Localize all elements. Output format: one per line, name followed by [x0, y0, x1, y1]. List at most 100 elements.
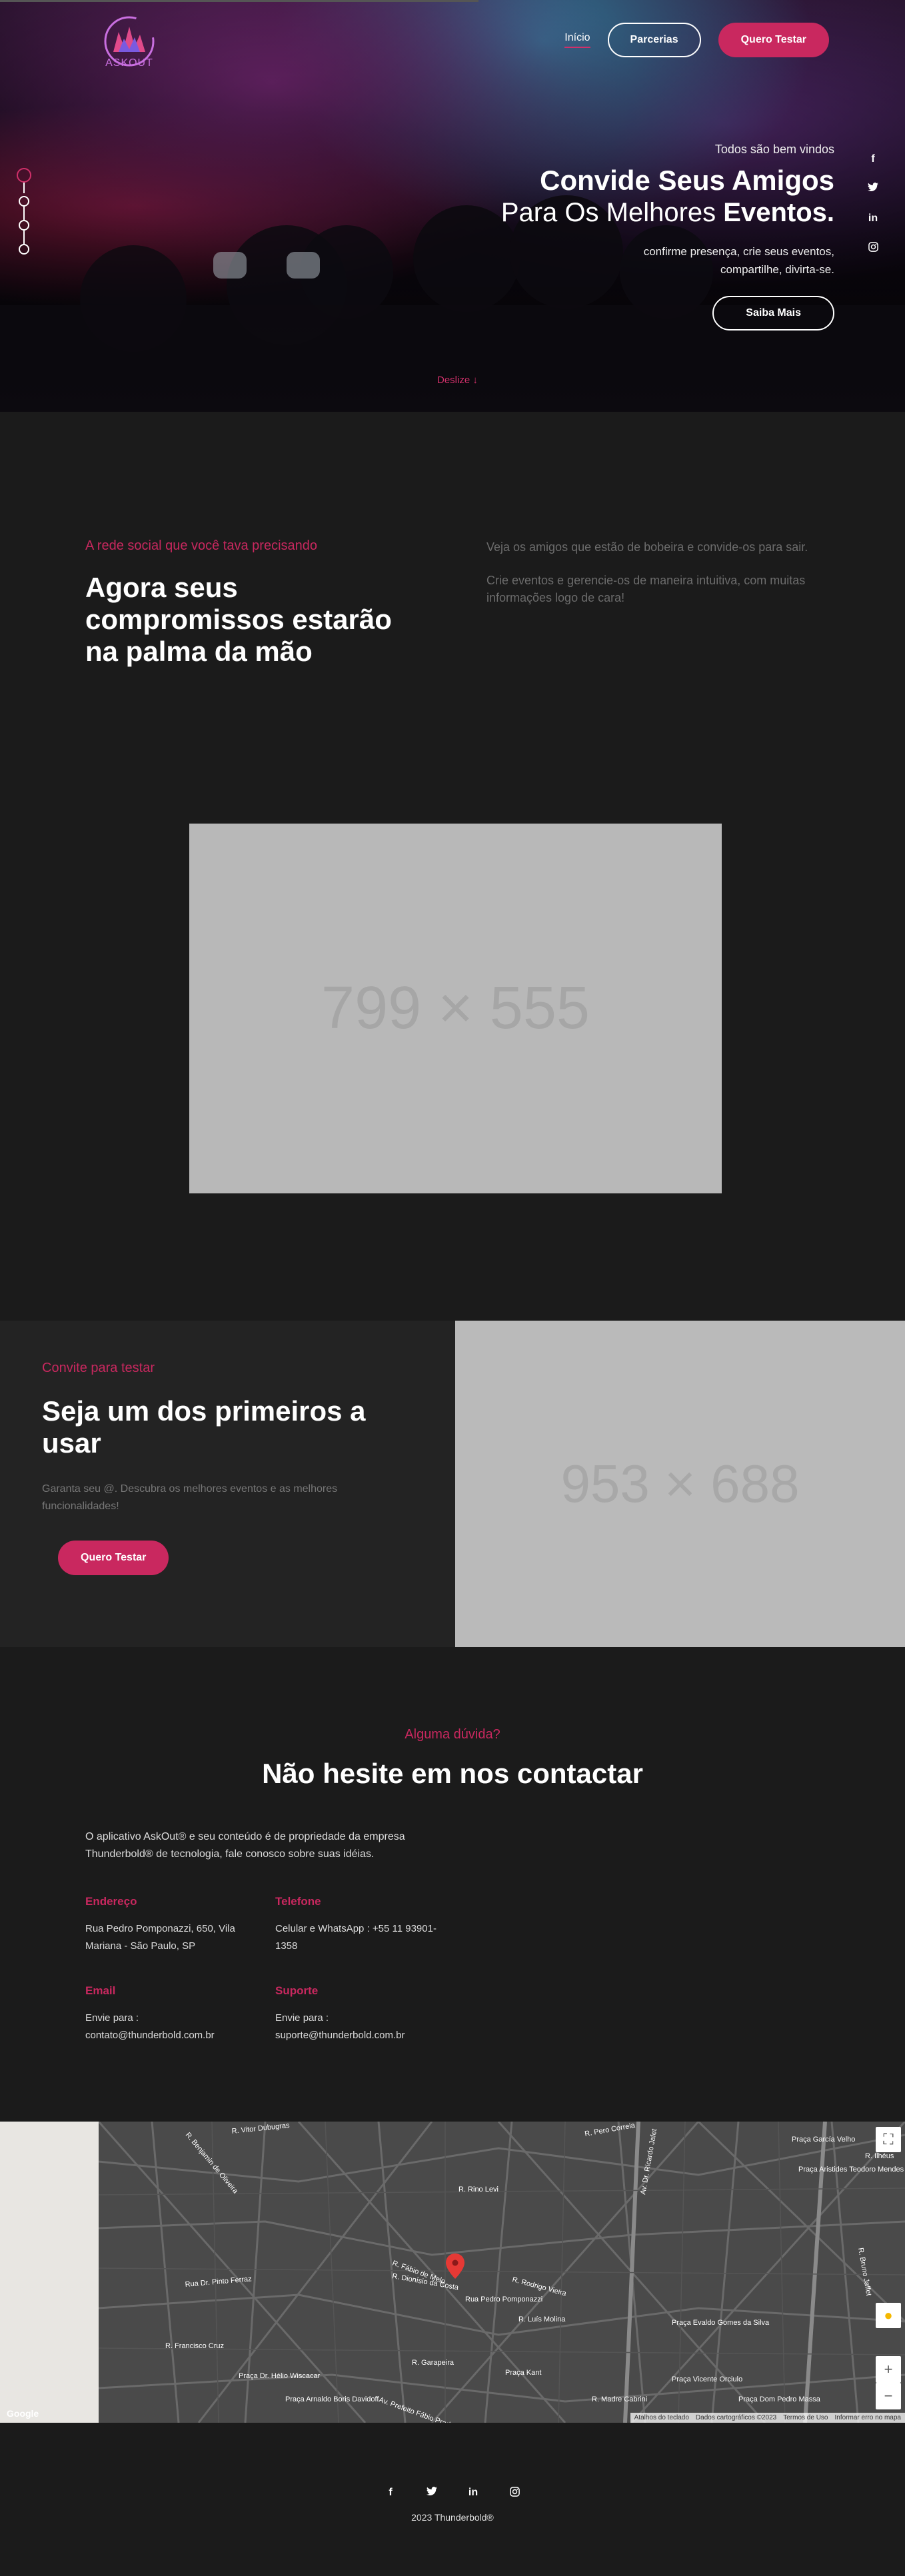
map-street-label: Av. Dr. Ricardo Jafet — [639, 2128, 658, 2195]
hero-title-line1: Convide Seus Amigos — [540, 165, 834, 196]
contact-kicker: Alguma dúvida? — [405, 1727, 500, 1742]
hero-welcome: Todos são bem vindos — [714, 143, 834, 156]
map-street-label: Praça Arnaldo Boris Davidoff — [285, 2395, 379, 2403]
map-street-label: Praça Vicente Orciulo — [672, 2375, 742, 2383]
map-street-label: R. Rino Levi — [458, 2186, 498, 2194]
partners-button[interactable]: Parcerias — [607, 23, 701, 57]
map-footer-shortcuts[interactable]: Atalhos do teclado — [634, 2414, 689, 2421]
facebook-icon[interactable]: f — [384, 2487, 397, 2500]
slide-dot-4[interactable] — [19, 244, 29, 255]
footer-social: f in — [0, 2487, 905, 2500]
map-footer-data: Dados cartográficos ©2023 — [695, 2414, 777, 2421]
invite-try-button[interactable]: Quero Testar — [58, 1541, 169, 1575]
support-label: Envie para : — [275, 2012, 329, 2024]
map-street-label: R. Benjamin de Oliveira — [184, 2131, 240, 2196]
map-street-label: Praça Dom Pedro Massa — [738, 2395, 821, 2403]
scroll-hint[interactable]: Deslize ↓ — [437, 374, 478, 386]
hero-subtitle: confirme presença, crie seus eventos, co… — [501, 243, 834, 279]
email-heading: Email — [85, 1984, 116, 1997]
map-canvas[interactable]: R. Vitor Dubugras R. Pero Correia Av. Dr. … — [97, 2122, 905, 2423]
slide-dot-3[interactable] — [19, 220, 29, 244]
app-screenshot-placeholder: 799 × 555 — [189, 824, 722, 1193]
map-footer-terms[interactable]: Termos de Uso — [783, 2414, 828, 2421]
support-text: Envie para : suporte@thunderbold.com.br — [275, 2010, 449, 2044]
hero-section: ASKOUT Início Parcerias Quero Testar Tod… — [0, 0, 905, 412]
fullscreen-icon[interactable]: ⛶ — [876, 2127, 901, 2152]
slide-dots — [17, 168, 31, 268]
address-text: Rua Pedro Pomponazzi, 650, Vila Mariana … — [85, 1923, 235, 1952]
contact-section: Alguma dúvida? Não hesite em nos contact… — [0, 1647, 905, 2122]
address-heading: Endereço — [85, 1895, 137, 1908]
invite-panel: Convite para testar Seja um dos primeiro… — [0, 1321, 455, 1647]
slide-dot-1[interactable] — [17, 168, 31, 193]
scroll-label: Deslize — [437, 374, 470, 386]
about-paragraph-1: Veja os amigos que estão de bobeira e co… — [486, 540, 808, 554]
slide-dot-2[interactable] — [19, 196, 29, 220]
invite-kicker: Convite para testar — [42, 1361, 155, 1375]
twitter-icon[interactable] — [866, 183, 880, 195]
map-street-label: Praça Evaldo Gomes da Silva — [672, 2319, 770, 2327]
map-street-label: Rua Dr. Pinto Ferraz — [185, 2275, 252, 2289]
instagram-icon[interactable] — [508, 2487, 521, 2500]
invite-text: Garanta seu @. Descubra os melhores even… — [42, 1483, 338, 1512]
map-street-label: Rua Pedro Pomponazzi — [465, 2295, 542, 2303]
map-street-label: Praça Kant — [505, 2369, 541, 2377]
address-block: Endereço Rua Pedro Pomponazzi, 650, Vila… — [85, 1895, 259, 1955]
email-block: Email Envie para : contato@thunderbold.c… — [85, 1984, 259, 2044]
invite-section: Convite para testar Seja um dos primeiro… — [0, 1321, 905, 1647]
google-logo: Google — [7, 2408, 39, 2419]
twitter-icon[interactable] — [425, 2487, 439, 2500]
phone-text[interactable]: Celular e WhatsApp : +55 11 93901-1358 — [275, 1920, 449, 1955]
email-text: Envie para : contato@thunderbold.com.br — [85, 2010, 259, 2044]
learn-more-button[interactable]: Saiba Mais — [712, 296, 834, 330]
logo-text: ASKOUT — [105, 57, 153, 69]
map-street-label: R. Luís Molina — [518, 2315, 566, 2323]
hero-title-light: Para Os Melhores — [500, 198, 716, 227]
about-paragraph-2: Crie eventos e gerencie-os de maneira in… — [486, 574, 806, 604]
map-street-label: R. Madre Cabrini — [592, 2395, 647, 2403]
hero-subtitle-1: confirme presença, crie seus eventos, — [643, 245, 834, 258]
map-street-label: R. Garapeira — [412, 2359, 454, 2367]
instagram-icon[interactable] — [866, 242, 880, 255]
invite-title: Seja um dos primeiros a usar — [42, 1395, 366, 1459]
loading-bar — [0, 0, 478, 2]
about-kicker: A rede social que você tava precisando — [85, 538, 317, 553]
map-street-label: R. Francisco Cruz — [165, 2342, 224, 2350]
location-pin-icon — [446, 2254, 464, 2279]
try-button[interactable]: Quero Testar — [718, 23, 829, 57]
map-street-label: Praça García Velho — [792, 2136, 855, 2144]
facebook-icon[interactable]: f — [866, 153, 880, 165]
map-street-label: Praça Aristides Teodoro Mendes — [798, 2166, 904, 2174]
map-street-label: Praça Dr. Hélio Wiscacar — [239, 2372, 321, 2380]
map-street-label: R. Pero Correia — [584, 2122, 636, 2138]
main-nav: Início Parcerias Quero Testar — [564, 23, 829, 57]
hero-title-bold: Eventos. — [723, 198, 834, 227]
map-street-label: R. Bruno Jaffet — [856, 2247, 873, 2296]
nav-home[interactable]: Início — [564, 32, 590, 48]
invite-image-placeholder: 953 × 688 — [455, 1321, 905, 1647]
about-title: Agora seus compromissos estarão na palma… — [85, 572, 392, 667]
map-section[interactable]: R. Vitor Dubugras R. Pero Correia Av. Dr. … — [0, 2122, 905, 2423]
support-link[interactable]: suporte@thunderbold.com.br — [275, 2027, 449, 2044]
support-block: Suporte Envie para : suporte@thunderbold… — [275, 1984, 449, 2044]
phone-block: Telefone Celular e WhatsApp : +55 11 939… — [275, 1895, 449, 1955]
map-footer-report[interactable]: Informar erro no mapa — [835, 2414, 902, 2421]
map-street-label: R. Ilhéus — [865, 2152, 894, 2160]
support-heading: Suporte — [275, 1984, 319, 1997]
map-street-label: R. Vitor Dubugras — [231, 2122, 291, 2136]
hero-social: f in — [866, 153, 880, 255]
zoom-out-button[interactable]: − — [876, 2383, 901, 2409]
contact-intro: O aplicativo AskOut® e seu conteúdo é de… — [85, 1831, 405, 1860]
street-view-icon[interactable]: ● — [876, 2303, 901, 2328]
map-attribution: Atalhos do teclado Dados cartográficos ©… — [630, 2413, 905, 2423]
phone-heading: Telefone — [275, 1895, 321, 1908]
about-section: A rede social que você tava precisando A… — [0, 412, 905, 1321]
hero-text: Todos são bem vindos Convide Seus Amigos… — [501, 143, 834, 330]
contact-title: Não hesite em nos contactar — [262, 1758, 643, 1789]
footer: f in 2023 Thunderbold® — [0, 2423, 905, 2576]
linkedin-icon[interactable]: in — [866, 213, 880, 225]
linkedin-icon[interactable]: in — [466, 2487, 480, 2500]
email-link[interactable]: contato@thunderbold.com.br — [85, 2027, 259, 2044]
zoom-in-button[interactable]: + — [876, 2356, 901, 2383]
footer-copyright: 2023 Thunderbold® — [411, 2512, 494, 2523]
